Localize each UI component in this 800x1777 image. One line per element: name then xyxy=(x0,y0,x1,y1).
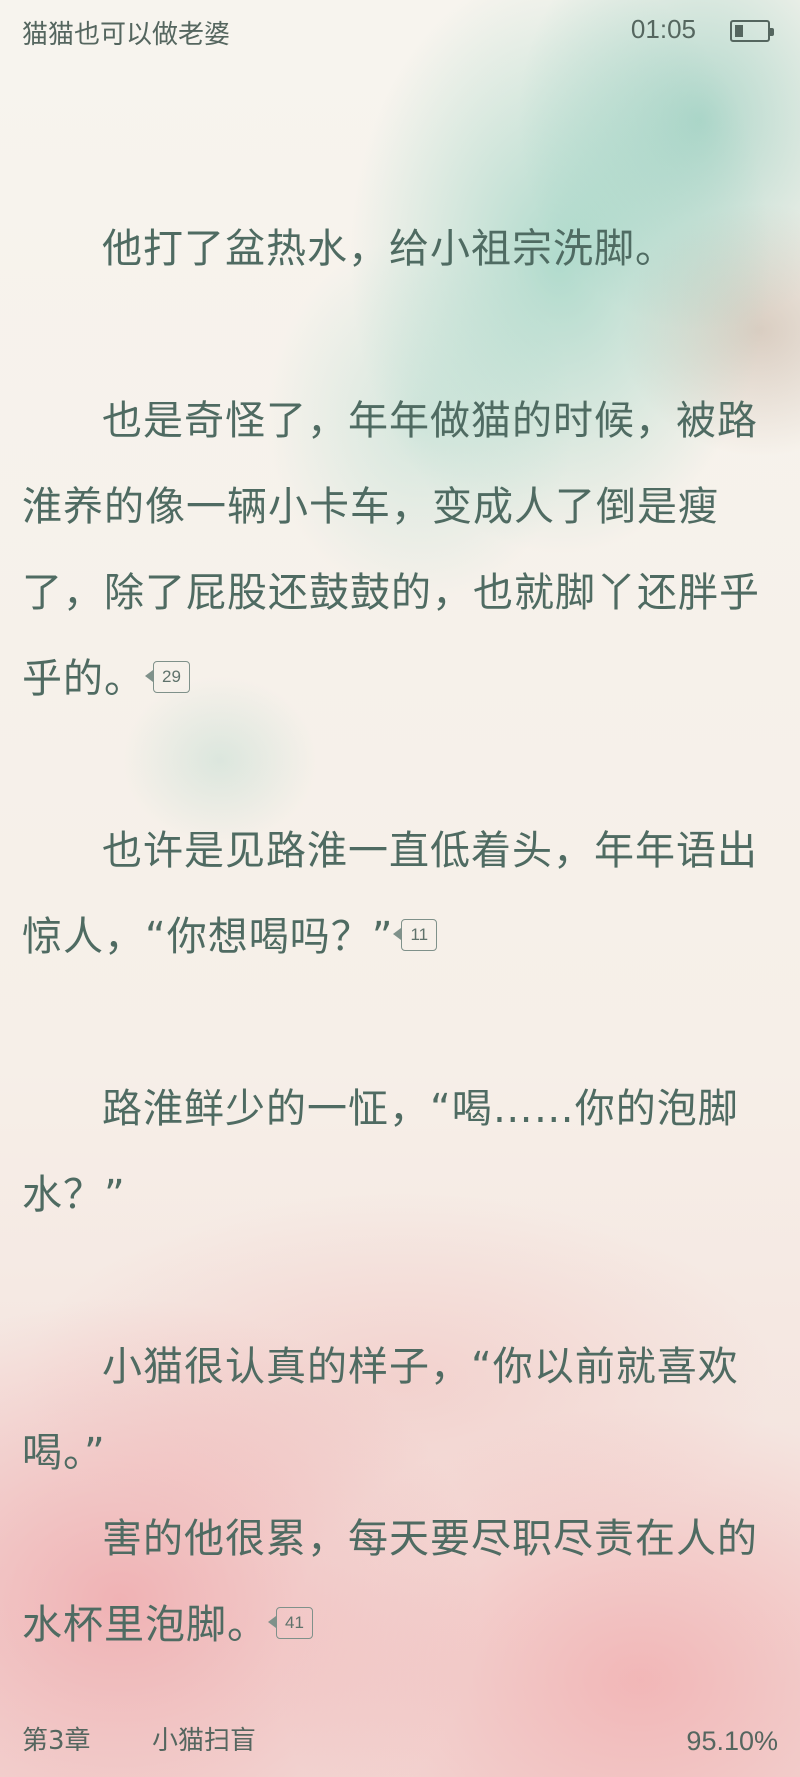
paragraph[interactable]: 他打了盆热水，给小祖宗洗脚。 xyxy=(22,206,778,292)
paragraph[interactable]: 小猫很认真的样子，“你以前就喜欢喝。” xyxy=(22,1324,778,1496)
book-title: 猫猫也可以做老婆 xyxy=(22,20,231,50)
paragraph-text: 路淮鲜少的一怔，“喝……你的泡脚水？” xyxy=(22,1086,739,1218)
clock-time: 01:05 xyxy=(630,14,696,44)
paragraph[interactable]: 害的他很累，每天要尽职尽责在人的水杯里泡脚。 41 xyxy=(22,1496,778,1668)
paragraph-comment-badge[interactable]: 29 xyxy=(145,661,190,693)
reader-footer: 第3章 小猫扫盲 95.10% xyxy=(0,1713,800,1777)
chapter-title: 小猫扫盲 xyxy=(152,1726,257,1756)
paragraph-text: 他打了盆热水，给小祖宗洗脚。 xyxy=(102,226,676,272)
paragraph[interactable]: 路淮鲜少的一怔，“喝……你的泡脚水？” xyxy=(22,1066,778,1238)
paragraph-text: 害的他很累，每天要尽职尽责在人的水杯里泡脚。 xyxy=(22,1516,758,1648)
paragraph-comment-badge[interactable]: 11 xyxy=(393,919,438,951)
paragraph[interactable]: 也许是见路淮一直低着头，年年语出惊人，“你想喝吗？” 11 xyxy=(22,808,778,980)
paragraph-text: 也是奇怪了，年年做猫的时候，被路淮养的像一辆小卡车，变成人了倒是瘦了，除了屁股还… xyxy=(22,398,760,702)
paragraph-text: 小猫很认真的样子，“你以前就喜欢喝。” xyxy=(22,1344,739,1476)
battery-low-icon xyxy=(730,20,774,42)
chapter-number: 第3章 xyxy=(22,1726,91,1756)
reading-content[interactable]: 他打了盆热水，给小祖宗洗脚。 也是奇怪了，年年做猫的时候，被路淮养的像一辆小卡车… xyxy=(22,206,778,1668)
paragraph[interactable]: 也是奇怪了，年年做猫的时候，被路淮养的像一辆小卡车，变成人了倒是瘦了，除了屁股还… xyxy=(22,378,778,722)
reading-progress: 95.10% xyxy=(686,1726,778,1756)
paragraph-comment-badge[interactable]: 41 xyxy=(268,1607,313,1639)
paragraph-text: 也许是见路淮一直低着头，年年语出惊人，“你想喝吗？” xyxy=(22,828,758,960)
status-bar: 猫猫也可以做老婆 01:05 xyxy=(0,0,800,64)
